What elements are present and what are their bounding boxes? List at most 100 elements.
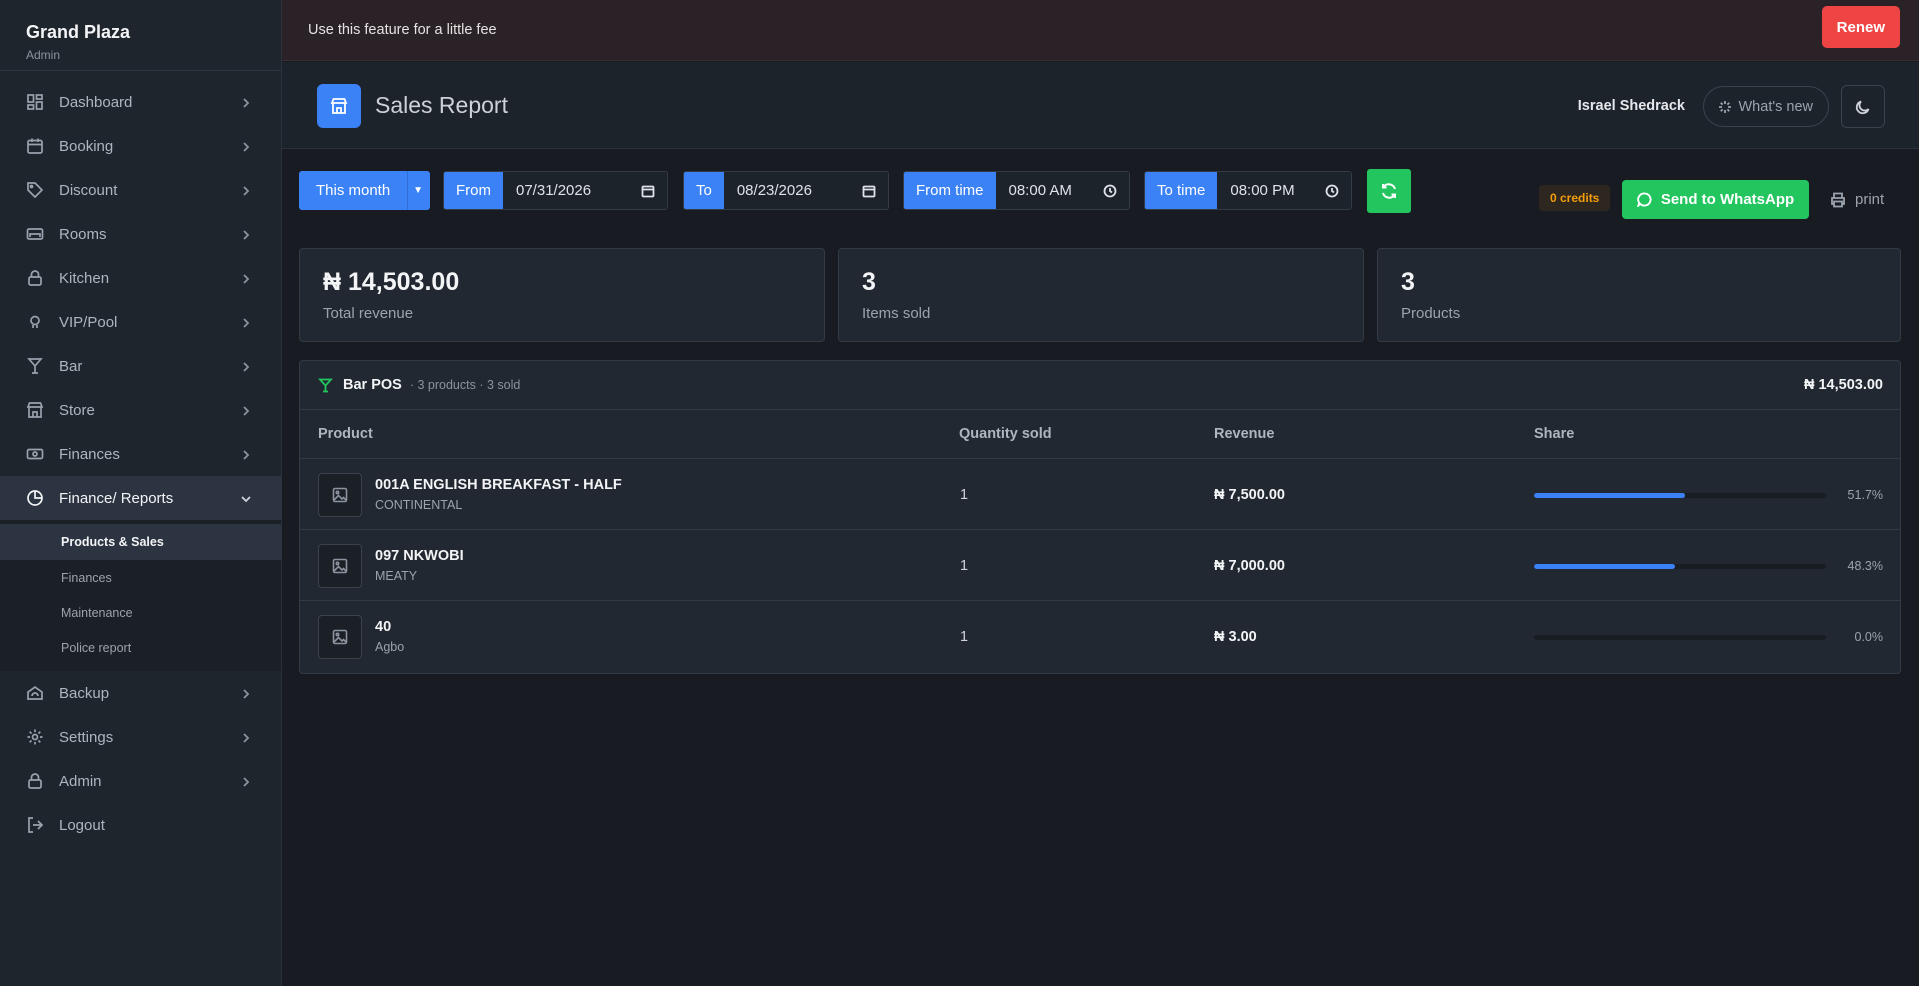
quantity-sold: 1 [960,558,969,574]
product-name: 001A ENGLISH BREAKFAST - HALF [375,477,622,493]
renew-button[interactable]: Renew [1821,6,1900,48]
sidebar-item-store[interactable]: Store [0,388,281,432]
to-date-input[interactable]: 08/23/2026 [723,172,888,209]
section-total: ₦ 14,503.00 [1803,377,1883,393]
sidebar-item-settings[interactable]: Settings [0,715,281,759]
share-bar [1534,493,1826,498]
bar-pos-sales-table: Bar POS · 3 products · 3 sold ₦ 14,503.0… [299,360,1901,674]
product-category: CONTINENTAL [375,498,463,512]
lock-icon [26,772,44,790]
chevron-right-icon [241,95,251,108]
product-name: 40 [375,619,392,635]
share-bar [1534,635,1826,640]
whats-new-button[interactable]: What's new [1702,86,1829,127]
pool-icon [26,313,44,331]
sidebar-item-label: Backup [59,684,110,702]
to-time-value: 08:00 PM [1230,182,1295,199]
stat-value: ₦ 14,503.00 [323,268,460,296]
stat-label: Items sold [862,305,931,322]
user-name[interactable]: Israel Shedrack [1578,98,1685,114]
cocktail-icon [318,378,333,392]
sidebar-item-finances[interactable]: Finances [0,432,281,476]
to-date-group: To 08/23/2026 [683,171,889,210]
chevron-right-icon [241,271,251,284]
product-thumbnail [318,544,362,588]
from-time-group: From time 08:00 AM [903,171,1130,210]
sidebar-item-label: Booking [59,137,114,155]
submenu-item-police-report[interactable]: Police report [0,630,281,665]
page-header: Sales Report Israel Shedrack What's new [282,62,1919,149]
finance-reports-submenu: Products & Sales Finances Maintenance Po… [0,520,281,671]
print-label: print [1855,191,1885,208]
chevron-right-icon [241,315,251,328]
to-time-input[interactable]: 08:00 PM [1217,172,1351,209]
from-time-input[interactable]: 08:00 AM [995,172,1129,209]
period-select[interactable]: This month ▼ [299,171,430,210]
logout-icon [26,816,44,834]
sidebar-item-vip-pool[interactable]: VIP/Pool [0,300,281,344]
printer-icon [1831,192,1845,207]
moon-icon [1855,100,1870,114]
table-row[interactable]: 40 Agbo 1 ₦ 3.00 0.0% [300,601,1900,672]
table-row[interactable]: 097 NKWOBI MEATY 1 ₦ 7,000.00 48.3% [300,530,1900,601]
send-to-whatsapp-label: Send to WhatsApp [1660,191,1795,208]
refresh-icon [1382,183,1396,199]
section-title: Bar POS [343,377,402,393]
upgrade-banner: Use this feature for a little fee Renew [282,0,1919,61]
chevron-right-icon [241,403,251,416]
lock-icon [26,269,44,287]
table-section-header: Bar POS · 3 products · 3 sold ₦ 14,503.0… [300,361,1900,410]
sidebar-item-finance-reports[interactable]: Finance/ Reports [0,476,281,520]
from-date-group: From 07/31/2026 [443,171,668,210]
sidebar-item-rooms[interactable]: Rooms [0,212,281,256]
sidebar-item-backup[interactable]: Backup [0,671,281,715]
submenu-item-products-sales[interactable]: Products & Sales [0,524,281,560]
column-header-revenue: Revenue [1214,426,1275,442]
sidebar-item-bar[interactable]: Bar [0,344,281,388]
tag-icon [26,181,44,199]
chevron-right-icon [241,359,251,372]
submenu-item-maintenance[interactable]: Maintenance [0,595,281,630]
pie-chart-icon [26,489,44,507]
sidebar-item-logout[interactable]: Logout [0,803,281,847]
send-to-whatsapp-button[interactable]: Send to WhatsApp [1622,180,1809,219]
chevron-down-icon [241,491,251,503]
calendar-icon [862,185,876,198]
from-date-label: From [444,172,503,209]
cash-icon [26,445,44,463]
image-placeholder-icon [332,558,348,574]
sidebar-item-dashboard[interactable]: Dashboard [0,80,281,124]
table-row[interactable]: 001A ENGLISH BREAKFAST - HALF CONTINENTA… [300,459,1900,530]
table-header: Product Quantity sold Revenue Share [300,410,1900,459]
brand: Grand Plaza Admin [0,0,281,71]
store-icon [26,401,44,419]
sidebar-item-discount[interactable]: Discount [0,168,281,212]
submenu-item-finances[interactable]: Finances [0,560,281,595]
sidebar-item-booking[interactable]: Booking [0,124,281,168]
chevron-right-icon [241,447,251,460]
clock-icon [1103,184,1117,198]
image-placeholder-icon [332,487,348,503]
from-date-input[interactable]: 07/31/2026 [503,172,667,209]
theme-toggle-button[interactable] [1841,85,1885,128]
stat-label: Products [1401,305,1461,322]
sidebar-item-kitchen[interactable]: Kitchen [0,256,281,300]
brand-role: Admin [26,48,61,62]
stat-value: 3 [862,268,876,296]
sidebar-item-label: Store [59,401,95,419]
dashboard-icon [26,93,44,111]
store-icon [317,84,361,128]
product-name: 097 NKWOBI [375,548,464,564]
gear-icon [26,728,44,746]
refresh-button[interactable] [1367,169,1411,213]
share-percent: 51.7% [1847,488,1883,502]
period-select-value: This month [316,182,391,199]
chat-icon [1636,192,1652,207]
sidebar-item-admin[interactable]: Admin [0,759,281,803]
quantity-sold: 1 [960,487,969,503]
calendar-icon [26,137,44,155]
column-header-share: Share [1534,426,1575,442]
print-button[interactable]: print [1830,180,1884,219]
whats-new-label: What's new [1738,98,1814,115]
column-header-quantity: Quantity sold [959,426,1052,442]
